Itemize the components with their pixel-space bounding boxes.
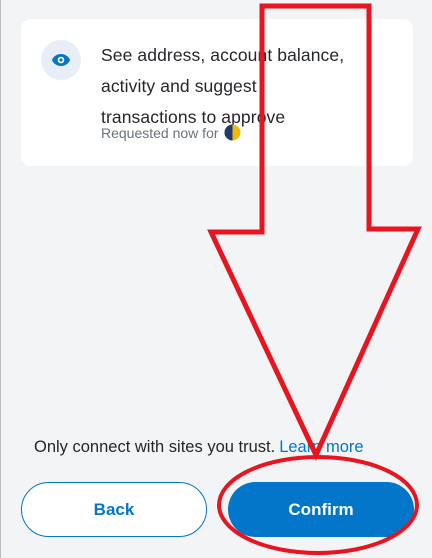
trust-text: Only connect with sites you trust. (34, 438, 276, 456)
permission-card: See address, account balance, activity a… (21, 19, 413, 166)
learn-more-link[interactable]: Learn more (279, 438, 363, 456)
back-button[interactable]: Back (21, 482, 207, 537)
permission-description: See address, account balance, activity a… (101, 40, 381, 133)
requested-label: Requested now for (101, 124, 219, 141)
site-favicon-icon (224, 124, 241, 141)
window-edge (0, 0, 1, 558)
permission-line-2: activity and suggest (101, 76, 257, 96)
eye-icon-badge (41, 40, 81, 80)
confirm-button[interactable]: Confirm (228, 482, 414, 537)
trust-notice: Only connect with sites you trust. Learn … (34, 438, 364, 457)
requested-row: Requested now for (101, 124, 241, 141)
permission-line-1: See address, account balance, (101, 45, 345, 65)
eye-icon (52, 54, 70, 66)
